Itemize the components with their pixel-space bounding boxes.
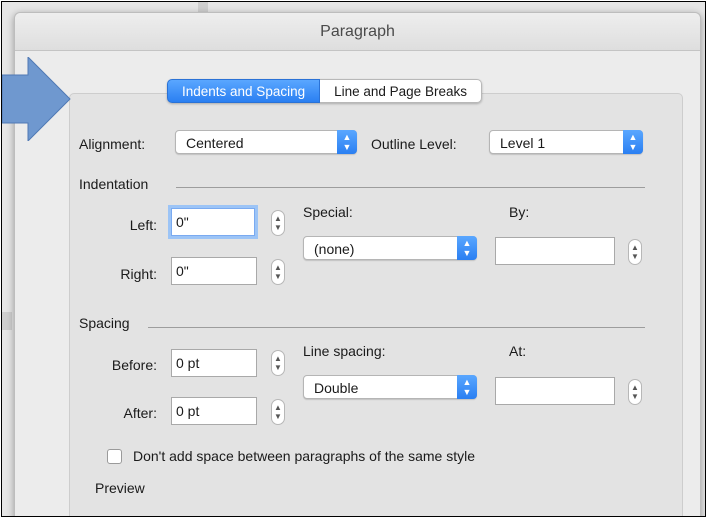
document-margin-mark xyxy=(2,312,12,330)
outline-level-popup[interactable]: Level 1 ▲ ▼ xyxy=(489,130,643,154)
by-field[interactable] xyxy=(495,237,615,265)
at-field[interactable] xyxy=(495,377,615,405)
spacing-divider xyxy=(148,327,645,328)
alignment-label: Alignment: xyxy=(79,136,146,152)
after-field[interactable]: 0 pt xyxy=(171,397,257,425)
left-indent-stepper[interactable]: ▲ ▼ xyxy=(271,210,285,236)
indentation-section-label: Indentation xyxy=(79,176,149,192)
alignment-popup[interactable]: Centered ▲ ▼ xyxy=(175,130,357,154)
special-value: (none) xyxy=(314,241,355,257)
document-ruler-mark xyxy=(198,2,208,12)
before-label: Before: xyxy=(111,357,157,373)
special-label: Special: xyxy=(303,204,353,220)
tab-line-and-page-breaks[interactable]: Line and Page Breaks xyxy=(320,79,482,103)
dont-add-space-label[interactable]: Don't add space between paragraphs of th… xyxy=(133,448,475,464)
blue-arrow-callout xyxy=(2,57,71,141)
line-spacing-popup[interactable]: Double ▲ ▼ xyxy=(303,375,477,399)
after-stepper[interactable]: ▲ ▼ xyxy=(271,399,285,425)
indentation-divider xyxy=(176,187,645,188)
spacing-section-label: Spacing xyxy=(79,315,130,331)
by-stepper[interactable]: ▲ ▼ xyxy=(628,239,642,265)
right-indent-stepper[interactable]: ▲ ▼ xyxy=(271,259,285,285)
before-stepper[interactable]: ▲ ▼ xyxy=(271,350,285,376)
line-spacing-label: Line spacing: xyxy=(303,343,386,359)
dont-add-space-checkbox[interactable] xyxy=(107,449,122,464)
at-label: At: xyxy=(509,343,527,359)
outline-level-value: Level 1 xyxy=(500,135,546,151)
popup-arrows-icon: ▲ ▼ xyxy=(457,375,477,399)
by-label: By: xyxy=(509,204,530,220)
after-label: After: xyxy=(123,405,157,421)
dialog-title: Paragraph xyxy=(320,23,395,40)
right-indent-label: Right: xyxy=(120,266,157,282)
right-indent-field[interactable]: 0" xyxy=(171,257,257,285)
before-field[interactable]: 0 pt xyxy=(171,349,257,377)
tab-indents-and-spacing[interactable]: Indents and Spacing xyxy=(167,79,321,103)
left-indent-label: Left: xyxy=(129,217,157,233)
popup-arrows-icon: ▲ ▼ xyxy=(337,130,357,154)
alignment-value: Centered xyxy=(186,135,244,151)
line-spacing-value: Double xyxy=(314,380,359,396)
paragraph-dialog: Paragraph Indents and Spacing Line and P… xyxy=(14,12,701,516)
popup-arrows-icon: ▲ ▼ xyxy=(623,130,643,154)
popup-arrows-icon: ▲ ▼ xyxy=(457,236,477,260)
screenshot-frame: Paragraph Indents and Spacing Line and P… xyxy=(1,1,706,517)
special-popup[interactable]: (none) ▲ ▼ xyxy=(303,236,477,260)
outline-level-label: Outline Level: xyxy=(371,136,457,152)
left-indent-field[interactable]: 0" xyxy=(171,208,255,236)
title-bar[interactable]: Paragraph xyxy=(15,13,700,51)
tab-bar: Indents and Spacing Line and Page Breaks xyxy=(167,79,482,103)
at-stepper[interactable]: ▲ ▼ xyxy=(628,379,642,405)
preview-label: Preview xyxy=(95,480,145,496)
